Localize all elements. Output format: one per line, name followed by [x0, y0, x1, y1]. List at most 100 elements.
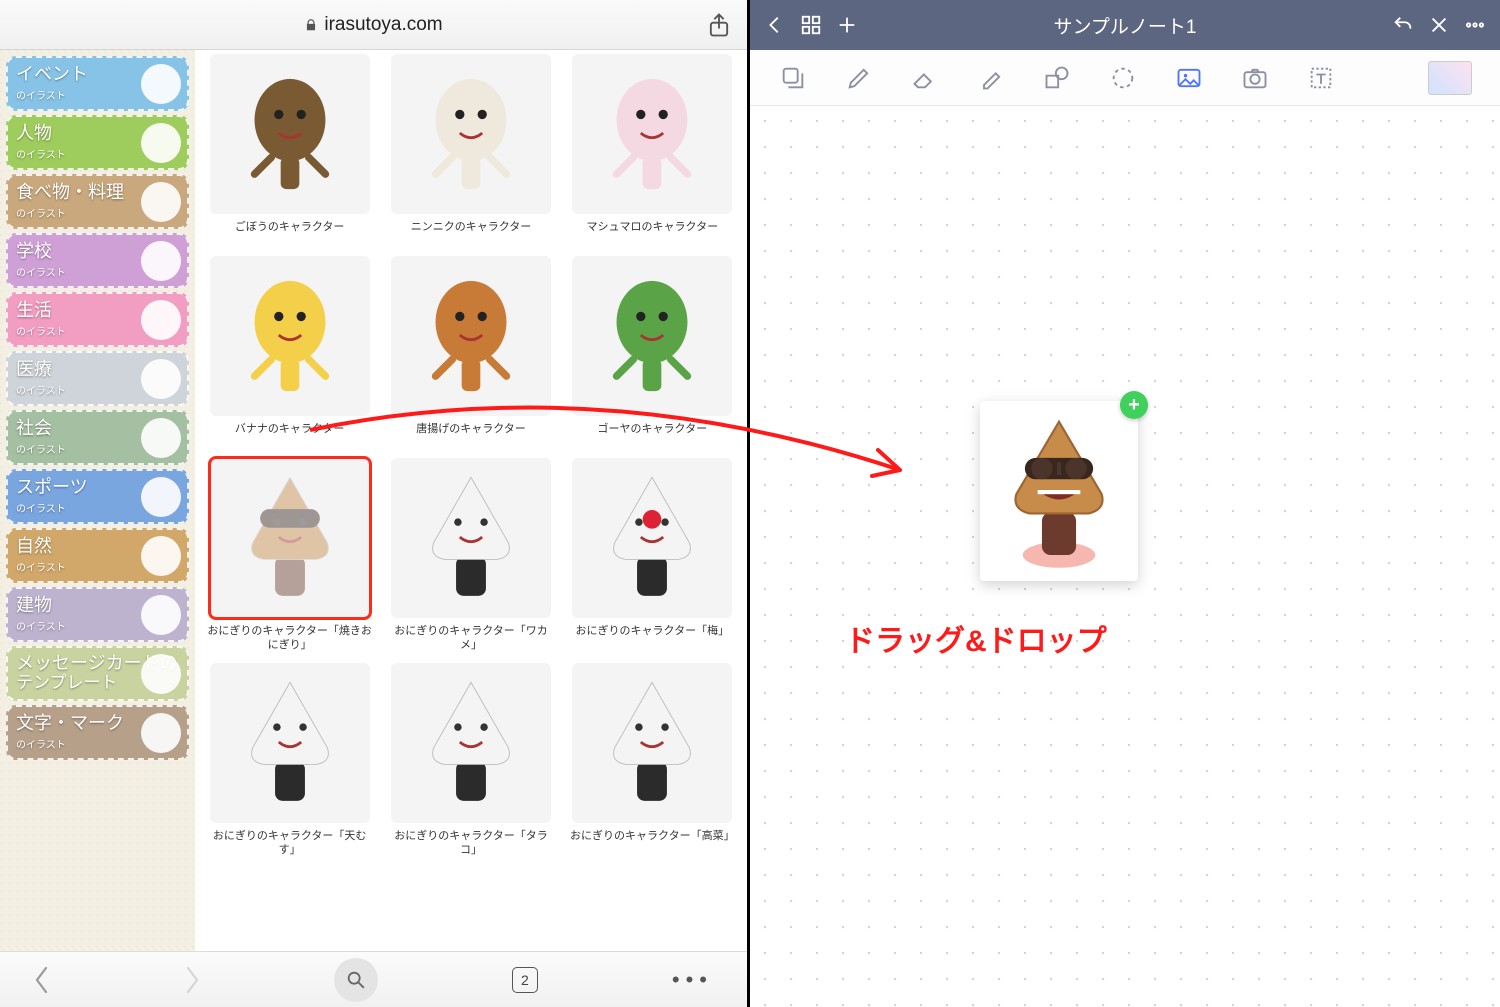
category-sublabel: のイラスト [16, 618, 66, 633]
gallery-thumbnail [391, 54, 551, 214]
gallery-tile[interactable]: バナナのキャラクター [205, 256, 374, 448]
gallery-caption: ゴーヤのキャラクター [598, 422, 708, 448]
sidebar-category[interactable]: 生活のイラスト [6, 292, 189, 347]
share-button[interactable] [705, 11, 733, 39]
page-thumbnail[interactable] [1428, 61, 1472, 95]
back-button[interactable] [34, 966, 50, 994]
more-icon[interactable] [1464, 14, 1486, 36]
gallery-tile[interactable]: おにぎりのキャラクター「高菜」 [568, 663, 737, 858]
gallery-tile[interactable]: ニンニクのキャラクター [386, 54, 555, 246]
sidebar-category[interactable]: メッセージカードの テンプレート [6, 646, 189, 701]
back-icon[interactable] [764, 14, 786, 36]
grid-view-icon[interactable] [800, 14, 822, 36]
sidebar-category[interactable]: 自然のイラスト [6, 528, 189, 583]
drag-drop-annotation: ドラッグ&ドロップ [845, 616, 1107, 660]
sidebar-category[interactable]: 食べ物・料理のイラスト [6, 174, 189, 229]
gallery-thumbnail [210, 458, 370, 618]
category-sublabel: のイラスト [16, 323, 66, 338]
gallery-thumbnail [572, 663, 732, 823]
gallery-thumbnail [391, 663, 551, 823]
forward-button[interactable] [184, 966, 200, 994]
sidebar-category[interactable]: 学校のイラスト [6, 233, 189, 288]
note-toolbar [750, 50, 1500, 106]
sidebar-category[interactable]: イベントのイラスト [6, 56, 189, 111]
gallery-caption: おにぎりのキャラクター「天むす」 [205, 829, 374, 858]
category-label: 文字・マーク [16, 713, 124, 733]
zoom-tool[interactable] [778, 63, 808, 93]
category-sidebar: イベントのイラスト人物のイラスト食べ物・料理のイラスト学校のイラスト生活のイラス… [0, 50, 195, 951]
gallery-thumbnail [391, 458, 551, 618]
eraser-tool[interactable] [910, 63, 940, 93]
gallery-tile[interactable]: おにぎりのキャラクター「梅」 [568, 458, 737, 653]
illustration-gallery[interactable]: ごぼうのキャラクター ニンニクのキャラクター マシュマロのキャラクター バナナの… [195, 50, 747, 951]
category-icon [141, 123, 181, 163]
gallery-caption: ごぼうのキャラクター [235, 220, 345, 246]
category-icon [141, 713, 181, 753]
tabs-button[interactable]: 2 [512, 967, 538, 993]
gallery-tile[interactable]: おにぎりのキャラクター「焼きおにぎり」 [205, 458, 374, 653]
note-header: サンプルノート1 [750, 0, 1500, 50]
category-label: イベント [16, 64, 88, 84]
image-tool[interactable] [1174, 63, 1204, 93]
lock-icon [304, 18, 318, 32]
shape-tool[interactable] [1042, 63, 1072, 93]
category-icon [141, 241, 181, 281]
sidebar-category[interactable]: 建物のイラスト [6, 587, 189, 642]
category-icon [141, 300, 181, 340]
pen-tool[interactable] [844, 63, 874, 93]
lasso-tool[interactable] [1108, 63, 1138, 93]
highlighter-tool[interactable] [976, 63, 1006, 93]
gallery-tile[interactable]: ゴーヤのキャラクター [568, 256, 737, 448]
category-icon [141, 182, 181, 222]
gallery-tile[interactable]: おにぎりのキャラクター「ワカメ」 [386, 458, 555, 653]
gallery-caption: ニンニクのキャラクター [411, 220, 532, 246]
sidebar-category[interactable]: スポーツのイラスト [6, 469, 189, 524]
search-button[interactable] [334, 958, 378, 1002]
camera-tool[interactable] [1240, 63, 1270, 93]
gallery-caption: おにぎりのキャラクター「梅」 [576, 624, 730, 650]
category-sublabel: のイラスト [16, 87, 88, 102]
category-label: 社会 [16, 418, 52, 438]
gallery-thumbnail [210, 54, 370, 214]
category-sublabel: のイラスト [16, 559, 66, 574]
gallery-tile[interactable]: ごぼうのキャラクター [205, 54, 374, 246]
gallery-caption: マシュマロのキャラクター [587, 220, 719, 246]
sidebar-category[interactable]: 文字・マークのイラスト [6, 705, 189, 760]
sidebar-category[interactable]: 人物のイラスト [6, 115, 189, 170]
gallery-caption: 唐揚げのキャラクター [416, 422, 526, 448]
gallery-caption: おにぎりのキャラクター「タラコ」 [386, 829, 555, 858]
safari-bottom-bar: 2 ••• [0, 951, 747, 1007]
category-label: 食べ物・料理 [16, 182, 124, 202]
add-page-icon[interactable] [836, 14, 858, 36]
sidebar-category[interactable]: 医療のイラスト [6, 351, 189, 406]
undo-icon[interactable] [1392, 14, 1414, 36]
url-display[interactable]: irasutoya.com [304, 14, 442, 36]
safari-pane: irasutoya.com イベントのイラスト人物のイラスト食べ物・料理のイラス… [0, 0, 750, 1007]
category-label: 医療 [16, 359, 52, 379]
gallery-caption: バナナのキャラクター [235, 422, 345, 448]
category-icon [141, 654, 181, 694]
drop-plus-badge: + [1120, 391, 1148, 419]
category-label: 自然 [16, 536, 52, 556]
category-sublabel: のイラスト [16, 146, 66, 161]
category-icon [141, 536, 181, 576]
category-label: 建物 [16, 595, 52, 615]
category-sublabel: のイラスト [16, 205, 124, 220]
gallery-tile[interactable]: 唐揚げのキャラクター [386, 256, 555, 448]
gallery-caption: おにぎりのキャラクター「ワカメ」 [386, 624, 555, 653]
close-icon[interactable] [1428, 14, 1450, 36]
category-sublabel: のイラスト [16, 382, 66, 397]
gallery-thumbnail [210, 256, 370, 416]
safari-address-bar: irasutoya.com [0, 0, 747, 50]
sidebar-category[interactable]: 社会のイラスト [6, 410, 189, 465]
more-button[interactable]: ••• [672, 967, 713, 993]
dropped-image[interactable]: + [980, 401, 1138, 581]
gallery-tile[interactable]: おにぎりのキャラクター「タラコ」 [386, 663, 555, 858]
gallery-tile[interactable]: おにぎりのキャラクター「天むす」 [205, 663, 374, 858]
text-tool[interactable] [1306, 63, 1336, 93]
onigiri-character-icon [994, 411, 1124, 571]
gallery-tile[interactable]: マシュマロのキャラクター [568, 54, 737, 246]
category-icon [141, 595, 181, 635]
note-canvas[interactable]: + ドラッグ&ドロップ [750, 106, 1500, 1007]
category-icon [141, 64, 181, 104]
